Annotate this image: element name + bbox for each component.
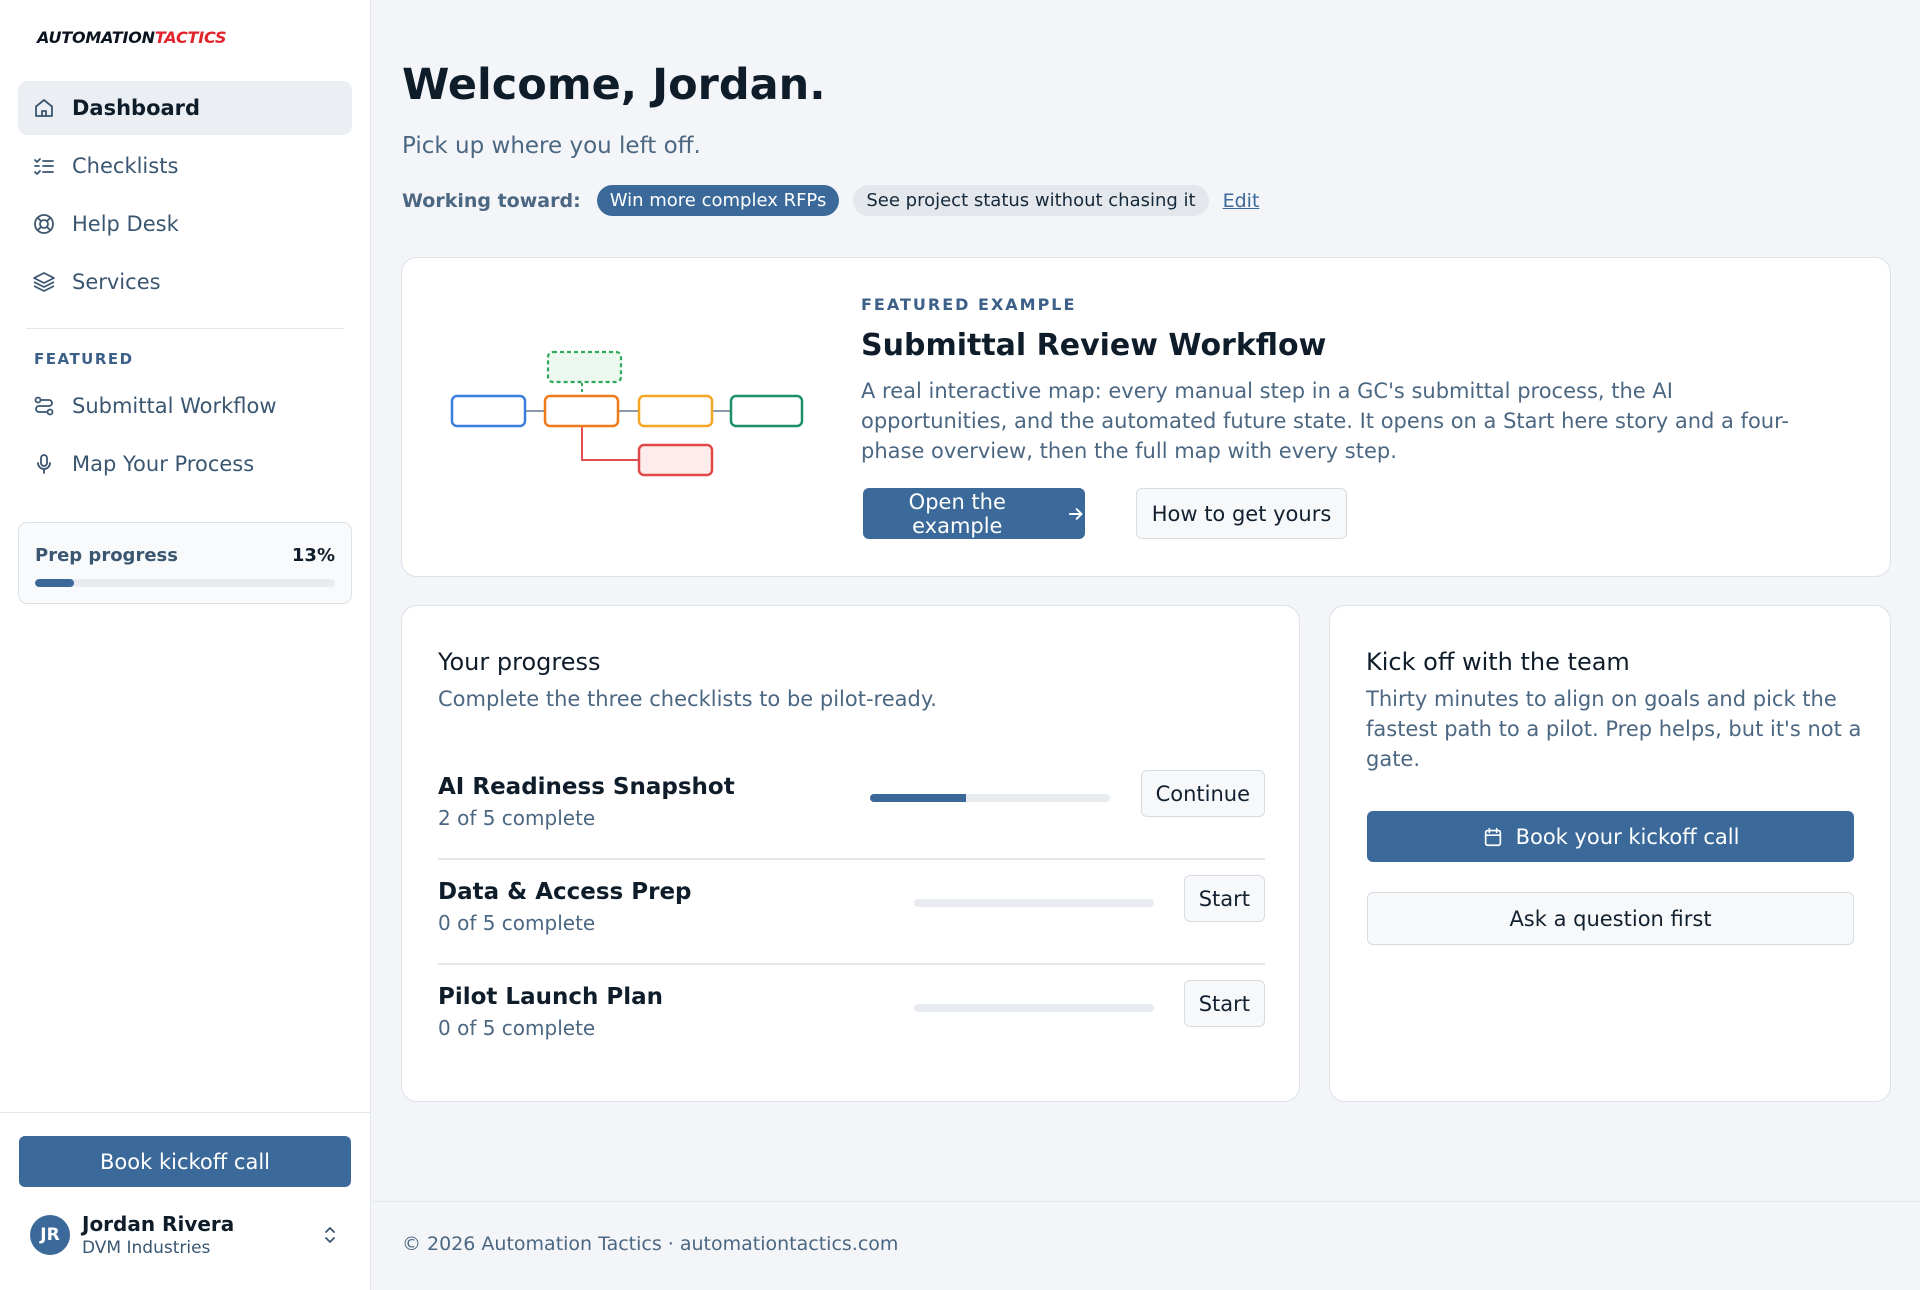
goal-chip[interactable]: Win more complex RFPs [596,185,840,216]
progress-title: Your progress [438,648,601,676]
prep-progress-fill [35,579,74,587]
page-subtitle: Pick up where you left off. [402,133,701,159]
continue-button[interactable]: Continue [1140,770,1265,817]
list-check-icon [34,158,54,175]
featured-section-label: FEATURED [34,350,134,368]
sidebar-item-dashboard[interactable]: Dashboard [18,81,352,135]
sidebar-item-checklists[interactable]: Checklists [18,139,352,193]
checklist-name: Pilot Launch Plan [438,984,664,1010]
featured-example-card: FEATURED EXAMPLE Submittal Review Workfl… [401,257,1891,577]
checklist-row: Data & Access Prep 0 of 5 complete Start [438,875,1265,984]
kickoff-subtitle: Thirty minutes to align on goals and pic… [1366,687,1862,771]
user-org: DVM Industries [82,1238,211,1258]
sidebar: AUTOMATIONTACTICS Dashboard Checklists H… [0,0,371,1290]
checklist-name: AI Readiness Snapshot [438,774,735,800]
sidebar-divider [26,328,344,329]
calendar-icon [1484,827,1501,846]
footer-text: © 2026 Automation Tactics · automationta… [402,1233,899,1255]
progress-card: Your progress Complete the three checkli… [401,605,1300,1102]
checklist-progress-bar [870,794,1110,802]
sidebar-item-label: Dashboard [72,96,201,120]
microphone-icon [37,454,51,474]
user-name: Jordan Rivera [82,1212,235,1236]
avatar: JR [30,1215,70,1255]
book-kickoff-call-button[interactable]: Book your kickoff call [1367,811,1854,862]
lifebuoy-icon [34,214,54,234]
arrow-right-icon [1068,507,1083,520]
featured-eyebrow: FEATURED EXAMPLE [861,295,1077,314]
progress-subtitle: Complete the three checklists to be pilo… [438,687,937,711]
how-to-get-yours-button[interactable]: How to get yours [1136,488,1347,539]
row-divider [438,963,1265,965]
page-title: Welcome, Jordan. [402,60,826,110]
checklist-progress-bar [914,899,1154,907]
working-toward-label: Working toward: [402,189,581,212]
prep-progress-label: Prep progress [35,545,178,566]
ask-question-button[interactable]: Ask a question first [1367,892,1854,945]
start-button[interactable]: Start [1183,875,1265,922]
sidebar-item-map-your-process[interactable]: Map Your Process [18,437,352,491]
featured-title: Submittal Review Workflow [861,328,1327,363]
book-kickoff-call-label: Book your kickoff call [1515,824,1740,849]
sidebar-footer-divider [0,1112,371,1113]
sidebar-item-label: Map Your Process [72,452,255,476]
edit-goals-link[interactable]: Edit [1223,190,1260,212]
main-content: Welcome, Jordan. Pick up where you left … [372,0,1920,1290]
checklist-row: Pilot Launch Plan 0 of 5 complete Start [438,980,1265,1089]
brand-logo[interactable]: AUTOMATIONTACTICS [37,28,226,47]
goal-chip[interactable]: See project status without chasing it [853,185,1209,216]
book-kickoff-button[interactable]: Book kickoff call [19,1136,351,1187]
open-example-label: Open the example [908,489,1006,538]
workflow-icon [34,396,54,416]
open-example-button[interactable]: Open the example [863,488,1085,539]
checklist-row: AI Readiness Snapshot 2 of 5 complete Co… [438,770,1265,879]
chevron-up-down-icon[interactable] [320,1224,340,1246]
prep-progress-card: Prep progress 13% [18,522,352,604]
prep-progress-bar [35,579,335,587]
checklist-name: Data & Access Prep [438,879,692,905]
footer-divider [372,1201,1920,1202]
sidebar-item-services[interactable]: Services [18,255,352,309]
checklist-progress-fill [870,794,966,802]
home-icon [35,99,53,117]
prep-progress-percent: 13% [291,545,335,566]
featured-description: A real interactive map: every manual ste… [861,379,1789,463]
checklist-progress-bar [914,1004,1154,1012]
sidebar-item-label: Submittal Workflow [72,394,277,418]
workflow-diagram-illustration [450,350,804,477]
start-button[interactable]: Start [1183,980,1265,1027]
working-toward: Working toward: Win more complex RFPs Se… [402,185,1259,216]
sidebar-item-label: Checklists [72,154,179,178]
checklist-meta: 0 of 5 complete [438,911,596,935]
kickoff-card: Kick off with the team Thirty minutes to… [1329,605,1891,1102]
sidebar-item-label: Services [72,270,161,294]
row-divider [438,858,1265,860]
user-menu[interactable]: JR Jordan Rivera DVM Industries [30,1212,234,1258]
kickoff-title: Kick off with the team [1366,648,1630,676]
sidebar-item-help-desk[interactable]: Help Desk [18,197,352,251]
checklist-meta: 0 of 5 complete [438,1016,596,1040]
sidebar-item-label: Help Desk [72,212,179,236]
layers-icon [33,272,55,292]
checklist-meta: 2 of 5 complete [438,806,596,830]
sidebar-item-submittal-workflow[interactable]: Submittal Workflow [18,379,352,433]
